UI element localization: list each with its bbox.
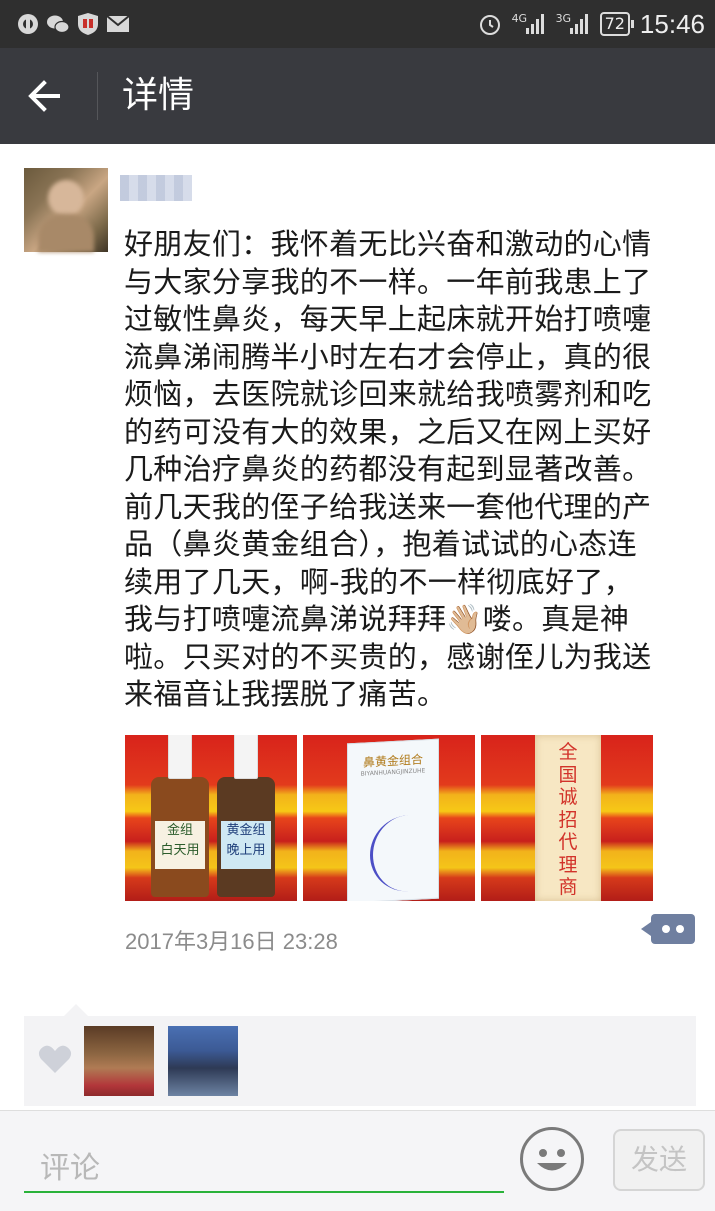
banner-text: 全国诚招代理商: [558, 741, 578, 898]
spray-bottle-night: 黄金组 晚上用: [217, 735, 275, 897]
post-photo-1[interactable]: 金组 白天用 黄金组 晚上用: [125, 735, 297, 901]
alarm-icon: [479, 15, 500, 35]
back-arrow-icon: [28, 80, 60, 112]
liker-avatar[interactable]: [168, 1026, 238, 1096]
mail-icon: [106, 15, 130, 32]
post-photo-3[interactable]: 全国诚招代理商: [481, 735, 653, 901]
title-bar: 详情: [0, 48, 715, 144]
page-title: 详情: [122, 75, 195, 116]
photo-grid: 金组 白天用 黄金组 晚上用 鼻黄金组合 BIYANHUANGJINZUHE 全…: [125, 735, 653, 901]
back-button[interactable]: [20, 72, 76, 120]
dot-icon: [676, 925, 684, 933]
send-button[interactable]: 发送: [613, 1129, 705, 1191]
emoji-button[interactable]: [520, 1127, 584, 1191]
dot-icon: [662, 925, 670, 933]
likes-panel: [24, 1004, 696, 1106]
heart-icon: [38, 1045, 72, 1073]
signal-4g-icon: 4G: [512, 12, 546, 36]
status-time: 15:46: [639, 8, 705, 39]
liker-avatar[interactable]: [84, 1026, 154, 1096]
battery-indicator: 72: [599, 12, 635, 36]
author-avatar[interactable]: [24, 168, 108, 252]
wechat-icon: [47, 15, 70, 34]
comment-input[interactable]: 评论: [24, 1133, 504, 1193]
status-right: 4G 3G 72 15:46: [478, 0, 705, 48]
more-actions-button[interactable]: [641, 914, 695, 944]
comment-placeholder: 评论: [40, 1151, 100, 1186]
settings-icon: [18, 14, 38, 34]
spray-bottle-day: 金组 白天用: [151, 735, 209, 897]
post-photo-2[interactable]: 鼻黄金组合 BIYANHUANGJINZUHE: [303, 735, 475, 901]
author-name-blurred[interactable]: [120, 175, 192, 201]
status-bar: 4G 3G 72 15:46: [0, 0, 715, 48]
product-box: 鼻黄金组合 BIYANHUANGJINZUHE: [347, 738, 439, 901]
signal-3g-icon: 3G: [556, 12, 590, 36]
post-text: 好朋友们：我怀着无比兴奋和激动的心情 与大家分享我的不一样。一年前我患上了 过敏…: [124, 227, 652, 711]
shield-icon: [78, 13, 98, 35]
agent-banner: 全国诚招代理商: [535, 735, 601, 901]
post-timestamp: 2017年3月16日 23:28: [125, 929, 338, 954]
bottle-label-day: 金组 白天用: [155, 821, 205, 869]
smiley-icon: [537, 1149, 567, 1171]
face-profile-graphic: [370, 814, 420, 894]
title-divider: [97, 72, 98, 120]
bottle-label-night: 黄金组 晚上用: [221, 821, 271, 869]
comment-bar: 评论 发送: [0, 1110, 715, 1211]
